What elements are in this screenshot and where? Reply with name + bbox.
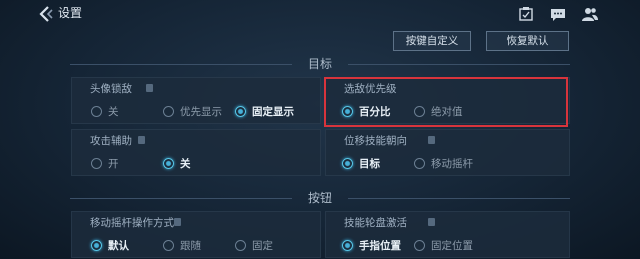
divider xyxy=(348,198,570,199)
info-icon[interactable] xyxy=(174,218,181,226)
info-icon[interactable] xyxy=(428,218,435,226)
option-label: 固定显示 xyxy=(252,106,294,118)
option-label: 优先显示 xyxy=(180,106,222,118)
friends-icon[interactable] xyxy=(582,6,598,22)
radio-icon[interactable] xyxy=(163,106,174,117)
info-icon[interactable] xyxy=(428,136,435,144)
radio-icon[interactable] xyxy=(235,240,246,251)
radio-selected-icon[interactable] xyxy=(91,240,102,251)
setting-label: 位移技能朝向 xyxy=(344,135,407,147)
setting-label: 移动摇杆操作方式 xyxy=(90,217,174,229)
info-icon[interactable] xyxy=(146,84,153,92)
divider xyxy=(348,64,570,65)
radio-selected-icon[interactable] xyxy=(163,158,174,169)
top-bar: 设置 xyxy=(0,0,640,28)
setting-attack-assist: 攻击辅助 开 关 xyxy=(71,129,321,176)
info-icon[interactable] xyxy=(138,136,145,144)
setting-label: 头像锁敌 xyxy=(90,83,132,95)
chat-icon[interactable] xyxy=(550,6,566,22)
option-label: 移动摇杆 xyxy=(431,158,473,170)
radio-selected-icon[interactable] xyxy=(235,106,246,117)
setting-skill-wheel: 技能轮盘激活 手指位置 固定位置 xyxy=(325,211,570,258)
option-label: 手指位置 xyxy=(359,240,401,252)
radio-icon[interactable] xyxy=(414,158,425,169)
option-label: 默认 xyxy=(108,240,129,252)
back-icon[interactable] xyxy=(36,4,56,24)
radio-selected-icon[interactable] xyxy=(342,158,353,169)
highlight-box xyxy=(324,77,568,127)
section-target: 目标 xyxy=(70,56,570,72)
setting-skill-direction: 位移技能朝向 目标 移动摇杆 xyxy=(325,129,570,176)
reset-default-button[interactable]: 恢复默认 xyxy=(486,31,569,51)
option-label: 关 xyxy=(180,158,191,170)
task-icon[interactable] xyxy=(518,6,534,22)
setting-label: 攻击辅助 xyxy=(90,135,132,147)
radio-icon[interactable] xyxy=(91,158,102,169)
option-label: 固定 xyxy=(252,240,273,252)
radio-icon[interactable] xyxy=(91,106,102,117)
option-label: 目标 xyxy=(359,158,380,170)
section-buttons: 按钮 xyxy=(70,190,570,206)
option-label: 固定位置 xyxy=(431,240,473,252)
radio-selected-icon[interactable] xyxy=(342,240,353,251)
radio-icon[interactable] xyxy=(414,240,425,251)
setting-move-joystick: 移动摇杆操作方式 默认 跟随 固定 xyxy=(71,211,321,258)
page-title: 设置 xyxy=(58,6,83,20)
option-label: 开 xyxy=(108,158,119,170)
keybind-button[interactable]: 按键自定义 xyxy=(393,31,471,51)
option-label: 跟随 xyxy=(180,240,201,252)
setting-avatar-lock: 头像锁敌 关 优先显示 固定显示 xyxy=(71,77,321,124)
setting-label: 技能轮盘激活 xyxy=(344,217,407,229)
radio-icon[interactable] xyxy=(163,240,174,251)
option-label: 关 xyxy=(108,106,119,118)
